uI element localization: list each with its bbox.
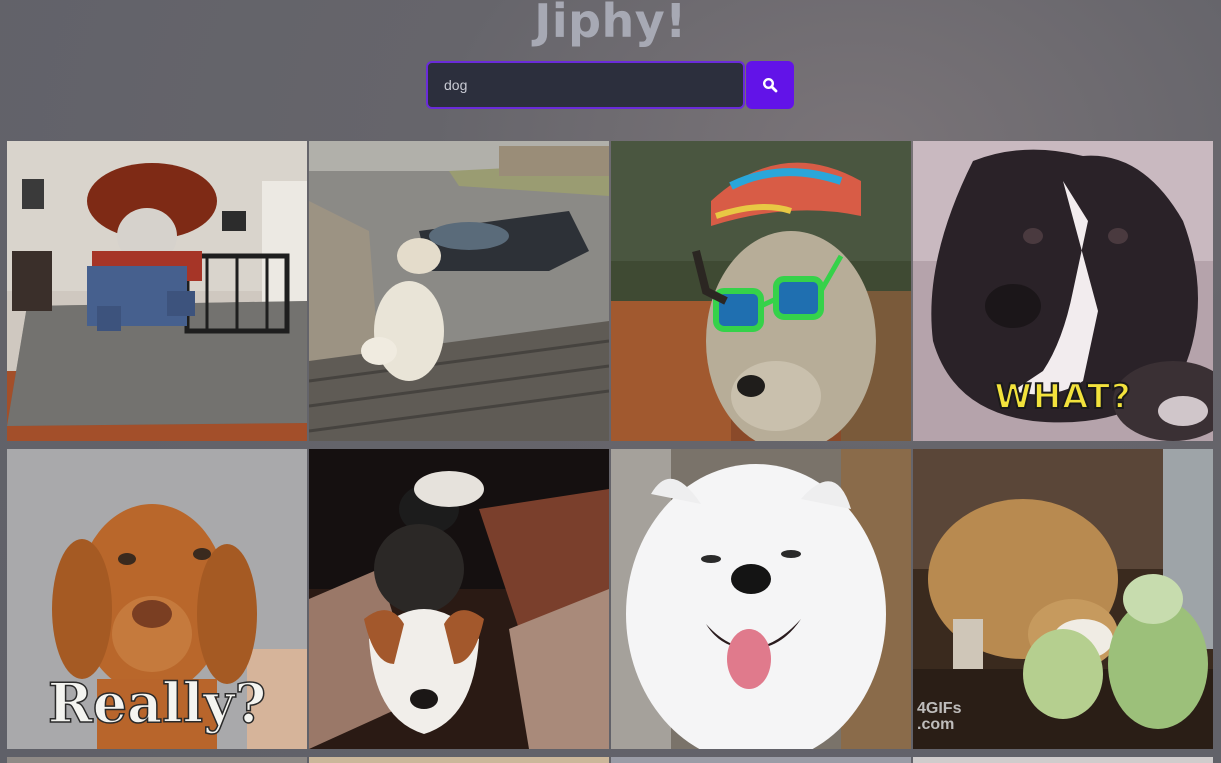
app-title: Jiphy!	[534, 0, 687, 48]
search-input[interactable]	[426, 61, 745, 109]
search-button[interactable]	[746, 61, 794, 109]
gif-samoyed-smiling[interactable]	[611, 449, 911, 749]
gif-dog-on-porch[interactable]	[309, 141, 609, 441]
gif-puppy-really[interactable]: Really?	[7, 449, 307, 749]
gif-dog-hat-sunglasses[interactable]	[611, 141, 911, 441]
gif-result-11[interactable]	[611, 757, 911, 763]
gif-result-10[interactable]	[309, 757, 609, 763]
gif-result-9[interactable]	[7, 757, 307, 763]
gif-watermark: 4GIFs .com	[917, 700, 962, 733]
gif-jack-russell-couch[interactable]	[309, 449, 609, 749]
gif-dog-cabbage[interactable]: 4GIFs .com	[913, 449, 1213, 749]
gif-result-12[interactable]	[913, 757, 1213, 763]
gif-dog-what[interactable]: WHAT?	[913, 141, 1213, 441]
gif-dog-costume-jumping[interactable]	[7, 141, 307, 441]
search-icon	[762, 77, 778, 93]
search-bar	[426, 61, 794, 109]
